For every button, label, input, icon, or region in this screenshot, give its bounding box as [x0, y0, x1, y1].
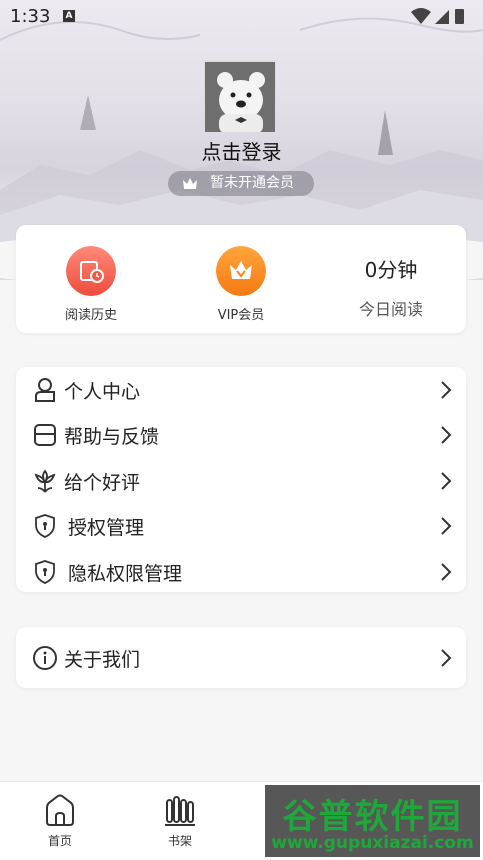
chevron-right-icon: [441, 472, 452, 490]
watermark-logo: 谷普软件园 www.gupuxiazai.com: [265, 785, 480, 857]
today-reading-minutes: 0分钟: [364, 258, 418, 282]
reading-history-label: 阅读历史: [64, 308, 117, 323]
reading-stats-card: 阅读历史 VIP会员 0分钟 今日阅读: [16, 225, 466, 333]
chevron-right-icon: [441, 381, 452, 399]
vip-status-text: 暂未开通会员: [210, 175, 294, 191]
bookshelf-icon: [165, 796, 195, 826]
wifi-icon: [411, 8, 431, 24]
today-reading-label: 今日阅读: [358, 300, 423, 319]
avatar[interactable]: [204, 61, 276, 133]
history-icon: [66, 246, 116, 296]
menu-item-privacy-permissions[interactable]: 隐私权限管理: [16, 549, 466, 595]
menu-item-help-feedback[interactable]: 帮助与反馈: [16, 412, 466, 458]
chevron-right-icon: [441, 426, 452, 444]
status-bar: 1:33 A: [0, 0, 483, 32]
info-icon: [33, 646, 57, 670]
person-icon: [35, 378, 55, 402]
menu-item-label: 帮助与反馈: [64, 426, 160, 448]
tab-home[interactable]: 首页: [0, 782, 120, 860]
tab-label: 首页: [47, 834, 72, 848]
home-icon: [46, 794, 74, 826]
login-prompt[interactable]: 点击登录: [0, 136, 483, 165]
menu-item-authorization[interactable]: 授权管理: [16, 503, 466, 549]
settings-menu: 个人中心 帮助与反馈 给个好评 授权管理 隐私权限管理: [16, 367, 466, 592]
feedback-icon: [34, 424, 56, 446]
tab-bookshelf[interactable]: 书架: [120, 782, 240, 860]
status-icons: [411, 8, 464, 24]
menu-item-personal-center[interactable]: 个人中心: [16, 367, 466, 413]
bear-avatar-icon: [205, 62, 275, 132]
crown-icon: [183, 178, 197, 189]
status-time: 1:33: [10, 6, 51, 27]
battery-icon: [455, 9, 464, 24]
menu-item-label: 隐私权限管理: [68, 563, 183, 585]
flower-icon: [34, 469, 56, 493]
menu-item-label: 个人中心: [64, 381, 141, 403]
menu-item-about-us[interactable]: 关于我们: [16, 635, 466, 681]
watermark-url: www.gupuxiazai.com: [271, 833, 474, 853]
menu-item-label: 授权管理: [68, 517, 145, 539]
about-card: 关于我们: [16, 627, 466, 688]
today-reading-entry: 0分钟 今日阅读: [316, 225, 466, 333]
shield-icon: [35, 560, 55, 584]
menu-item-label: 给个好评: [64, 472, 141, 494]
vip-status-badge[interactable]: 暂未开通会员: [168, 171, 314, 196]
chevron-right-icon: [441, 563, 452, 581]
chevron-right-icon: [441, 517, 452, 535]
menu-item-label: 关于我们: [64, 649, 141, 671]
vip-member-label: VIP会员: [217, 308, 265, 323]
tab-label: 书架: [167, 834, 192, 848]
reading-history-entry[interactable]: 阅读历史: [16, 225, 166, 333]
chevron-right-icon: [441, 649, 452, 667]
watermark-title: 谷普软件园: [282, 797, 463, 837]
signal-icon: [435, 10, 449, 24]
vip-member-entry[interactable]: VIP会员: [166, 225, 316, 333]
shield-icon: [35, 514, 55, 538]
vip-crown-icon: [216, 246, 266, 296]
menu-item-rate-us[interactable]: 给个好评: [16, 458, 466, 504]
notification-icon: A: [63, 10, 75, 22]
